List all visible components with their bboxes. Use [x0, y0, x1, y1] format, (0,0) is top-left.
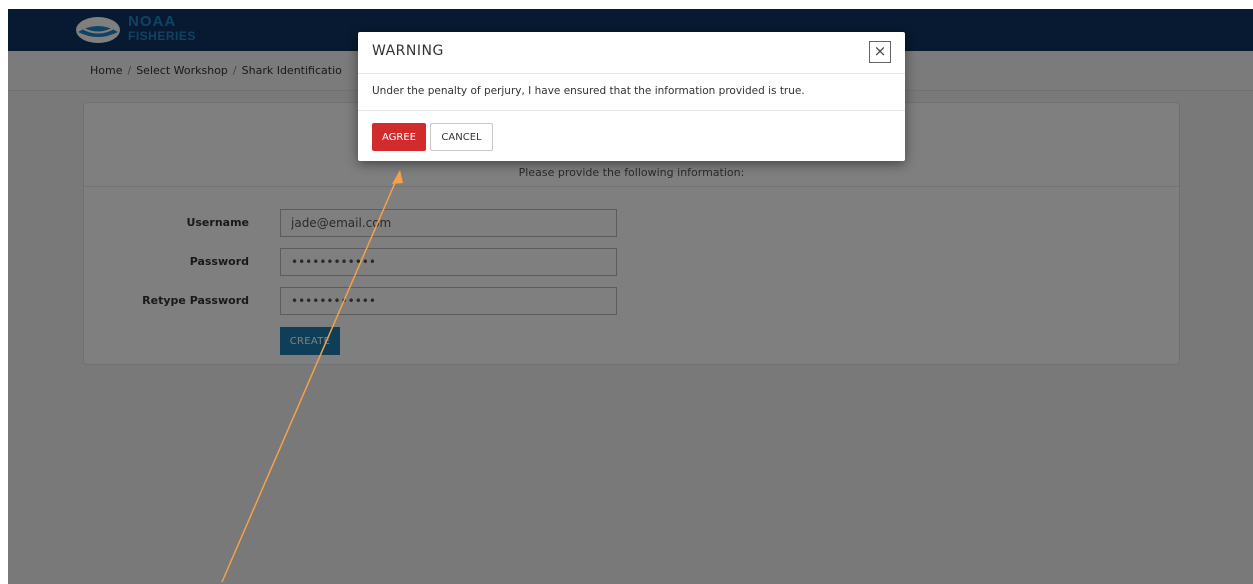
modal-message: Under the penalty of perjury, I have ens…: [372, 85, 805, 97]
agree-button[interactable]: AGREE: [372, 123, 426, 151]
modal-title: WARNING: [372, 43, 444, 59]
close-icon[interactable]: ×: [869, 41, 891, 63]
browser-viewport: NOAA FISHERIES Home/Select Workshop/Shar…: [8, 9, 1253, 584]
warning-modal: WARNING × Under the penalty of perjury, …: [358, 32, 905, 161]
modal-header: WARNING ×: [358, 32, 905, 74]
cancel-button[interactable]: CANCEL: [430, 123, 493, 151]
modal-footer: AGREE CANCEL: [358, 110, 905, 161]
